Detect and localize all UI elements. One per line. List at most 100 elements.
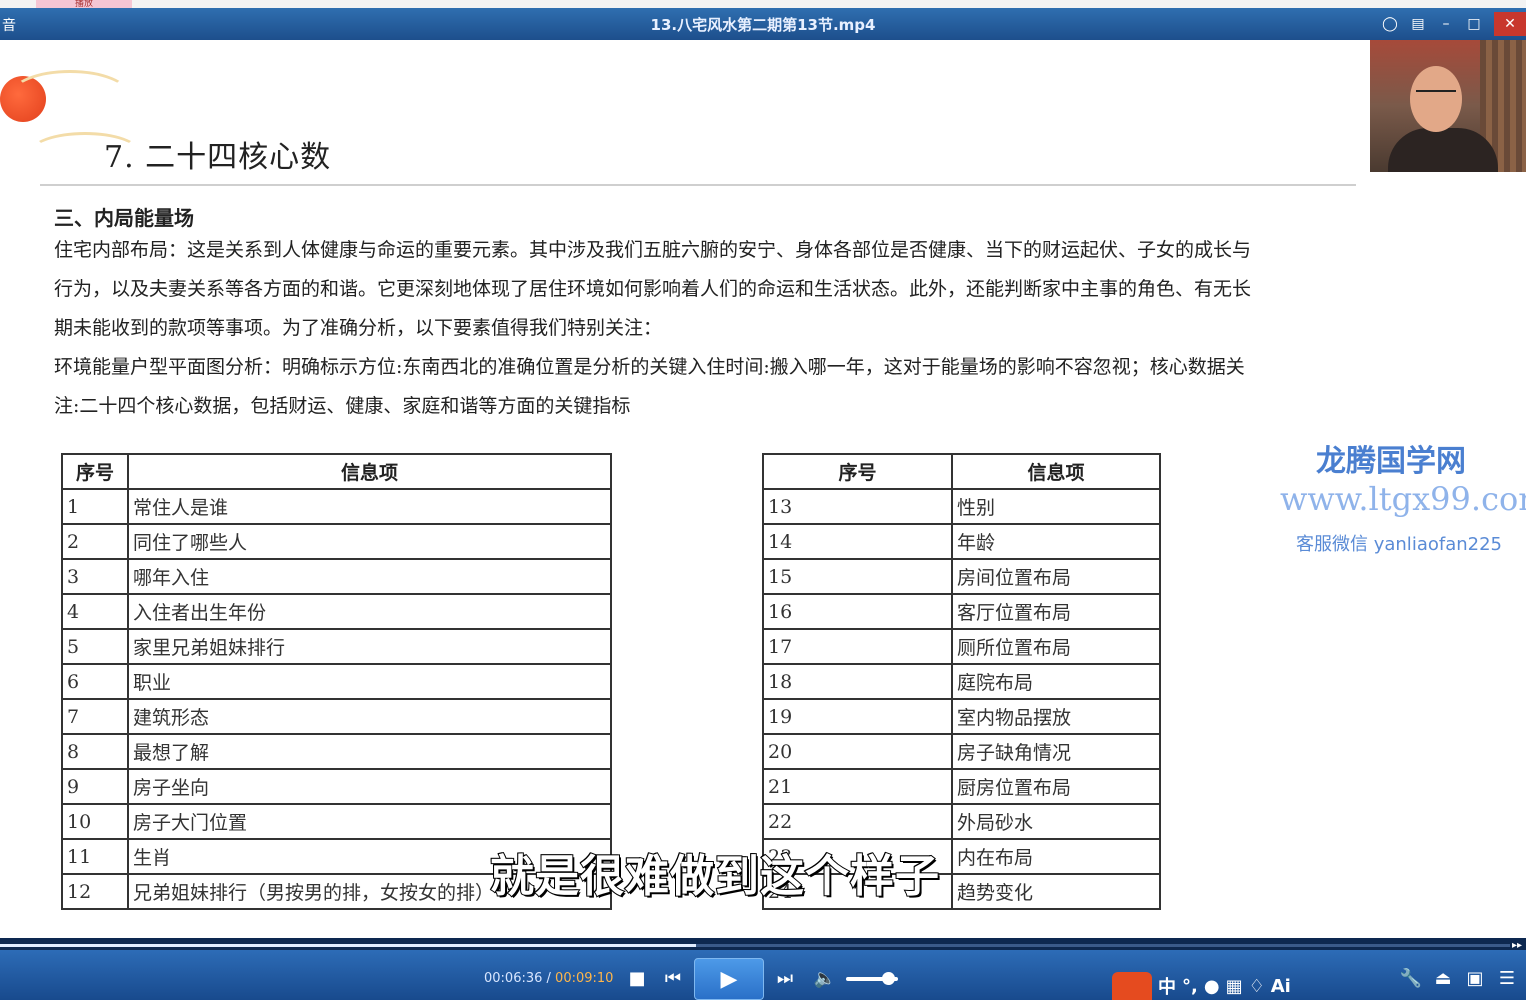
shirt-icon[interactable]: ♢ <box>1249 976 1265 997</box>
play-button[interactable]: ▶ <box>694 958 764 1000</box>
table-row: 4 入住者出生年份 <box>61 593 612 630</box>
paragraph-line: 期未能收到的款项等事项。为了准确分析，以下要素值得我们特别关注： <box>54 317 663 339</box>
row-item: 厨房位置布局 <box>951 768 1161 805</box>
paragraph-line: 环境能量户型平面图分析：明确标示方位:东南西北的准确位置是分析的关键入住时间:搬… <box>54 356 1245 378</box>
seek-progress <box>0 944 696 947</box>
row-item: 同住了哪些人 <box>127 523 612 560</box>
row-number: 22 <box>762 803 953 840</box>
top-tab[interactable]: 播放 <box>36 0 132 8</box>
table-row: 5 家里兄弟姐妹排行 <box>61 628 612 665</box>
row-item: 入住者出生年份 <box>127 593 612 630</box>
row-number: 6 <box>61 663 129 700</box>
total-time: 00:09:10 <box>555 971 614 986</box>
row-number: 17 <box>762 628 953 665</box>
playlist-icon[interactable]: ▤ <box>1406 12 1430 36</box>
table-row: 20 房子缺角情况 <box>762 733 1161 770</box>
table-row: 17 厕所位置布局 <box>762 628 1161 665</box>
volume-knob[interactable] <box>882 972 895 985</box>
table-row: 10 房子大门位置 <box>61 803 612 840</box>
next-icon[interactable]: ⏭ <box>772 966 798 992</box>
row-number: 16 <box>762 593 953 630</box>
ai-label[interactable]: Ai <box>1271 976 1291 997</box>
row-item: 厕所位置布局 <box>951 628 1161 665</box>
maximize-icon[interactable]: □ <box>1462 12 1486 36</box>
row-item: 房子大门位置 <box>127 803 612 840</box>
presenter-webcam <box>1370 40 1526 172</box>
punctuation-icon[interactable]: °, <box>1182 976 1198 997</box>
table-row: 18 庭院布局 <box>762 663 1161 700</box>
list-icon[interactable]: ☰ <box>1494 966 1520 992</box>
row-number: 7 <box>61 698 129 735</box>
column-header: 信息项 <box>127 453 612 490</box>
table-row: 22 外局砂水 <box>762 803 1161 840</box>
row-number: 5 <box>61 628 129 665</box>
paragraph-line: 住宅内部布局：这是关系到人体健康与命运的重要元素。其中涉及我们五脏六腑的安宁、身… <box>54 239 1252 261</box>
slide-title: 7. 二十四核心数 <box>104 140 332 175</box>
row-number: 8 <box>61 733 129 770</box>
title-bar: 音 13.八宅风水第二期第13节.mp4 ◯ ▤ – □ ✕ <box>0 8 1526 40</box>
cloud-decoration <box>10 70 130 120</box>
presenter-face <box>1410 66 1462 132</box>
row-number: 9 <box>61 768 129 805</box>
table-row: 7 建筑形态 <box>61 698 612 735</box>
row-number: 4 <box>61 593 129 630</box>
sogou-logo-icon[interactable] <box>1112 972 1152 1000</box>
chat-icon[interactable]: ◯ <box>1378 12 1402 36</box>
table-row: 16 客厅位置布局 <box>762 593 1161 630</box>
row-number: 20 <box>762 733 953 770</box>
watermark-contact: 客服微信 yanliaofan225 <box>1296 534 1502 555</box>
row-number: 19 <box>762 698 953 735</box>
row-number: 11 <box>61 838 129 875</box>
row-item: 哪年入住 <box>127 558 612 595</box>
row-item: 庭院布局 <box>951 663 1161 700</box>
row-number: 10 <box>61 803 129 840</box>
row-number: 14 <box>762 523 953 560</box>
eject-icon[interactable]: ⏏ <box>1430 966 1456 992</box>
table-row: 15 房间位置布局 <box>762 558 1161 595</box>
row-item: 房子坐向 <box>127 768 612 805</box>
paragraph-line: 行为，以及夫妻关系等各方面的和谐。它更深刻地体现了居住环境如何影响着人们的命运和… <box>54 278 1252 300</box>
ime-toolbar: 中 °, ● ▦ ♢ Ai <box>1112 972 1291 1000</box>
microphone-icon[interactable]: ● <box>1204 976 1220 997</box>
ime-mode[interactable]: 中 <box>1158 973 1176 999</box>
row-number: 21 <box>762 768 953 805</box>
row-item: 建筑形态 <box>127 698 612 735</box>
column-header: 序号 <box>61 453 129 490</box>
stop-icon[interactable]: ■ <box>624 966 650 992</box>
row-item: 房间位置布局 <box>951 558 1161 595</box>
row-item: 常住人是谁 <box>127 488 612 525</box>
watermark-url: www.ltgx99.com <box>1280 480 1526 518</box>
paragraph-line: 注:二十四个核心数据，包括财运、健康、家庭和谐等方面的关键指标 <box>54 395 631 417</box>
row-number: 13 <box>762 488 953 525</box>
current-time: 00:06:36 <box>484 971 543 986</box>
row-number: 3 <box>61 558 129 595</box>
row-item: 内在布局 <box>951 838 1161 875</box>
row-item: 年龄 <box>951 523 1161 560</box>
close-icon[interactable]: ✕ <box>1494 12 1526 36</box>
column-header: 序号 <box>762 453 953 490</box>
video-frame: 7. 二十四核心数 三、内局能量场 住宅内部布局：这是关系到人体健康与命运的重要… <box>0 40 1526 938</box>
screen-icon[interactable]: ▣ <box>1462 966 1488 992</box>
table-row: 6 职业 <box>61 663 612 700</box>
row-number: 12 <box>61 873 129 910</box>
table-row: 9 房子坐向 <box>61 768 612 805</box>
previous-icon[interactable]: ⏮ <box>660 966 686 992</box>
volume-icon[interactable]: 🔈 <box>812 966 838 992</box>
row-item: 最想了解 <box>127 733 612 770</box>
table-row: 8 最想了解 <box>61 733 612 770</box>
keyboard-icon[interactable]: ▦ <box>1226 976 1243 997</box>
row-item: 职业 <box>127 663 612 700</box>
section-heading: 三、内局能量场 <box>54 206 194 230</box>
time-display: 00:06:36 / 00:09:10 <box>484 971 613 986</box>
row-item: 趋势变化 <box>951 873 1161 910</box>
watermark-name: 龙腾国学网 <box>1316 444 1466 479</box>
row-item: 性别 <box>951 488 1161 525</box>
table-row: 13 性别 <box>762 488 1161 525</box>
row-item: 家里兄弟姐妹排行 <box>127 628 612 665</box>
row-number: 1 <box>61 488 129 525</box>
settings-icon[interactable]: 🔧 <box>1398 966 1424 992</box>
table-row: 3 哪年入住 <box>61 558 612 595</box>
minimize-icon[interactable]: – <box>1434 12 1458 36</box>
video-subtitle: 就是很难做到这个样子 <box>489 850 940 903</box>
row-number: 18 <box>762 663 953 700</box>
